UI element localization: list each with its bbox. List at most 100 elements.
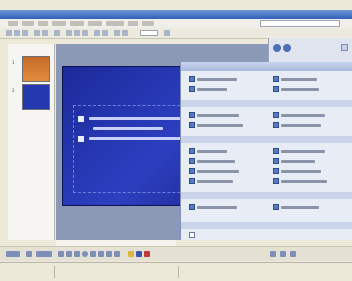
task-pane-close-icon[interactable]	[341, 44, 348, 51]
status-divider-1	[54, 266, 55, 278]
open-icon[interactable]	[14, 30, 20, 36]
menu-view[interactable]	[38, 21, 48, 26]
menu-edit[interactable]	[22, 21, 34, 26]
new-icon[interactable]	[6, 30, 12, 36]
print-icon[interactable]	[34, 30, 40, 36]
rectangle-icon[interactable]	[74, 251, 80, 257]
thumb-number-2: 2	[12, 88, 15, 93]
layout-option-15[interactable]	[189, 178, 259, 184]
layout-option-7-icon	[189, 122, 195, 128]
layout-option-10[interactable]	[273, 148, 343, 154]
layout-option-9[interactable]	[189, 148, 259, 154]
textbox-icon[interactable]	[90, 251, 96, 257]
thumb-number-1: 1	[12, 60, 15, 65]
layout-option-10-label	[281, 150, 325, 153]
redo-icon[interactable]	[102, 30, 108, 36]
layout-option-8[interactable]	[273, 122, 343, 128]
task-pane-nav-back-icon[interactable]	[273, 44, 281, 52]
font-color-icon[interactable]	[144, 251, 150, 257]
task-pane-header	[181, 62, 352, 71]
insert-chart-icon[interactable]	[114, 30, 120, 36]
layout-option-11-label	[197, 160, 235, 163]
save-icon[interactable]	[22, 30, 28, 36]
line-icon[interactable]	[58, 251, 64, 257]
presentation-app-window: 1 2	[0, 0, 352, 281]
layout-option-4-label	[281, 88, 319, 91]
oval-icon[interactable]	[82, 251, 88, 257]
layout-option-16[interactable]	[273, 178, 343, 184]
layout-option-4-icon	[273, 86, 279, 92]
view-sorter-icon[interactable]	[280, 251, 286, 257]
task-pane-section-3	[181, 192, 352, 199]
layout-option-18[interactable]	[273, 204, 343, 210]
menu-insert[interactable]	[52, 21, 66, 26]
layout-option-2[interactable]	[273, 76, 343, 82]
layout-option-13[interactable]	[189, 168, 259, 174]
layout-option-8-label	[281, 124, 321, 127]
fill-color-icon[interactable]	[128, 251, 134, 257]
layout-option-17[interactable]	[189, 204, 259, 210]
spelling-icon[interactable]	[54, 30, 60, 36]
menu-tools[interactable]	[88, 21, 102, 26]
draw-menu-icon[interactable]	[6, 251, 20, 257]
view-slideshow-icon[interactable]	[290, 251, 296, 257]
layout-option-1-label	[197, 78, 237, 81]
layout-option-4[interactable]	[273, 86, 343, 92]
help-icon[interactable]	[164, 30, 170, 36]
layout-option-3-label	[197, 88, 227, 91]
layout-option-1-icon	[189, 76, 195, 82]
menu-window[interactable]	[128, 21, 138, 26]
layout-option-5-label	[197, 114, 239, 117]
help-search-box[interactable]	[260, 20, 340, 27]
layout-option-13-icon	[189, 168, 195, 174]
menu-format[interactable]	[70, 21, 84, 26]
layout-option-7-label	[197, 124, 243, 127]
menu-slideshow[interactable]	[106, 21, 124, 26]
slide-thumbnail-2[interactable]	[22, 84, 50, 110]
insert-table-icon[interactable]	[122, 30, 128, 36]
layout-option-17-label	[197, 206, 237, 209]
layout-option-7[interactable]	[189, 122, 259, 128]
task-pane-nav-forward-icon[interactable]	[283, 44, 291, 52]
layout-option-16-icon	[273, 178, 279, 184]
wordart-icon[interactable]	[98, 251, 104, 257]
layout-option-6[interactable]	[273, 112, 343, 118]
layout-option-12[interactable]	[273, 158, 343, 164]
zoom-dropdown[interactable]	[140, 30, 158, 36]
menu-help[interactable]	[142, 21, 154, 26]
layout-option-10-icon	[273, 148, 279, 154]
status-divider-2	[178, 266, 179, 278]
layout-option-15-label	[197, 180, 233, 183]
preview-icon[interactable]	[42, 30, 48, 36]
menu-file[interactable]	[8, 21, 18, 26]
task-pane-section-1	[181, 100, 352, 107]
paste-icon[interactable]	[82, 30, 88, 36]
autoshapes-icon[interactable]	[36, 251, 52, 257]
layout-option-11[interactable]	[189, 158, 259, 164]
task-pane-section-2	[181, 136, 352, 143]
slide-thumbnail-1[interactable]	[22, 56, 50, 82]
undo-icon[interactable]	[94, 30, 100, 36]
layout-option-14-label	[281, 170, 321, 173]
task-pane-checkbox[interactable]	[189, 232, 195, 238]
select-icon[interactable]	[26, 251, 32, 257]
layout-option-11-icon	[189, 158, 195, 164]
layout-option-16-label	[281, 180, 327, 183]
arrow-icon[interactable]	[66, 251, 72, 257]
clipart-icon[interactable]	[106, 251, 112, 257]
layout-option-17-icon	[189, 204, 195, 210]
layout-option-12-icon	[273, 158, 279, 164]
view-normal-icon[interactable]	[270, 251, 276, 257]
picture-icon[interactable]	[114, 251, 120, 257]
layout-option-18-label	[281, 206, 319, 209]
slide-layout-task-pane	[180, 62, 352, 240]
layout-option-3[interactable]	[189, 86, 259, 92]
layout-option-5[interactable]	[189, 112, 259, 118]
layout-option-2-label	[281, 78, 317, 81]
layout-option-14[interactable]	[273, 168, 343, 174]
copy-icon[interactable]	[74, 30, 80, 36]
layout-option-15-icon	[189, 178, 195, 184]
line-color-icon[interactable]	[136, 251, 142, 257]
layout-option-1[interactable]	[189, 76, 259, 82]
cut-icon[interactable]	[66, 30, 72, 36]
